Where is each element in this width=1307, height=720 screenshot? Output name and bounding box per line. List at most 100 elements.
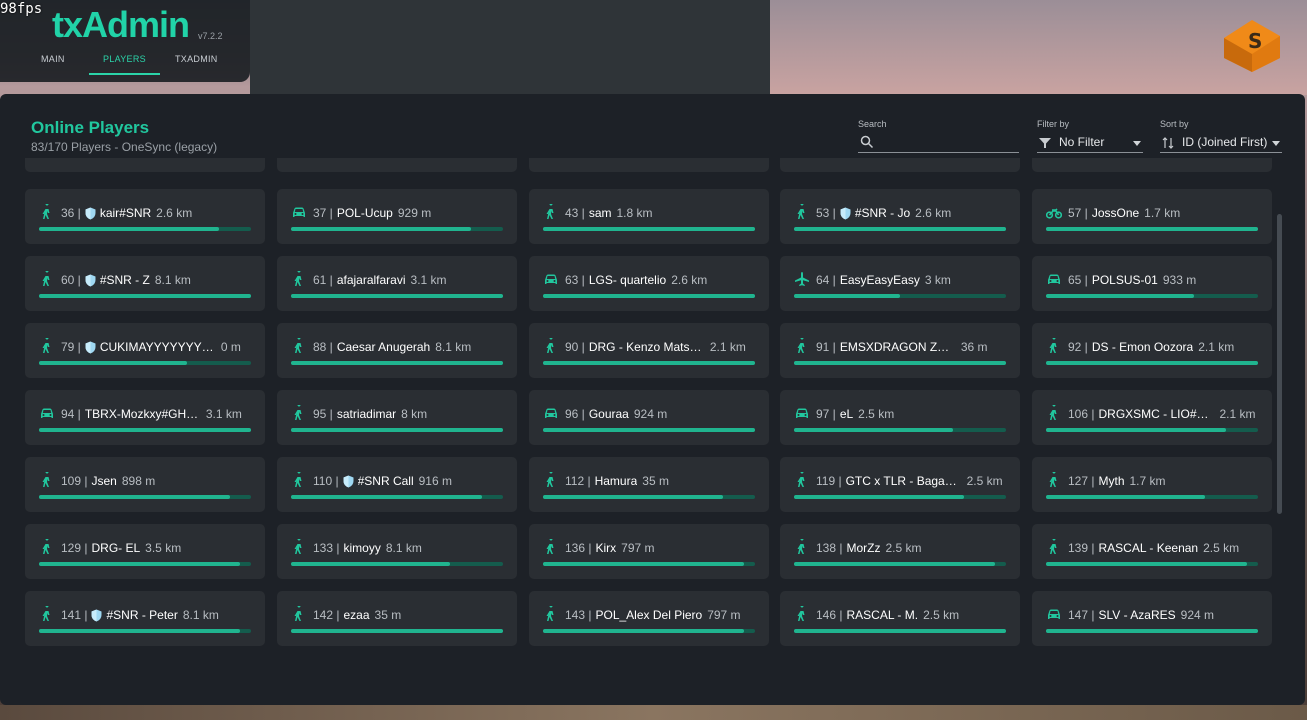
player-card[interactable] [780, 158, 1020, 172]
health-bar [1046, 294, 1195, 298]
player-distance: 8.1 km [385, 541, 422, 555]
player-card[interactable]: 141 | #SNR - Peter 8.1 km [25, 591, 265, 646]
player-card[interactable]: 142 | ezaa 35 m [277, 591, 517, 646]
player-distance: 2.1 km [1198, 340, 1235, 354]
player-card[interactable] [25, 158, 265, 172]
player-card[interactable]: 138 | MorZz 2.5 km [780, 524, 1020, 579]
health-bar-track [543, 361, 755, 365]
player-name: ezaa [343, 608, 370, 622]
search-input[interactable] [858, 132, 1019, 153]
txadmin-logo: txAdmin [52, 4, 190, 45]
motorcycle-icon [1046, 208, 1062, 219]
player-distance: 2.6 km [915, 206, 952, 220]
health-bar [1046, 428, 1227, 432]
health-bar [1046, 629, 1258, 633]
player-card[interactable]: 43 | sam 1.8 km [529, 189, 769, 244]
player-card[interactable]: 143 | POL_Alex Del Piero 797 m [529, 591, 769, 646]
player-card[interactable]: 92 | DS - Emon Oozora 2.1 km [1032, 323, 1272, 378]
health-bar [543, 428, 755, 432]
player-id: 127 | [1068, 474, 1095, 488]
player-id: 88 | [313, 340, 333, 354]
sort-value: ID (Joined First) [1182, 135, 1268, 149]
player-grid: 36 | kair#SNR 2.6 km 37 | POL-Ucup 929 m 43 | s… [0, 158, 1290, 705]
player-card[interactable]: 36 | kair#SNR 2.6 km [25, 189, 265, 244]
player-card[interactable]: 60 | #SNR - Z 8.1 km [25, 256, 265, 311]
player-id: 133 | [313, 541, 340, 555]
player-id: 60 | [61, 273, 81, 287]
player-card[interactable]: 91 |EMSXDRAGON ZEYLLA 36 m [780, 323, 1020, 378]
player-card[interactable]: 64 | EasyEasyEasy 3 km [780, 256, 1020, 311]
player-card[interactable]: 57 | JossOne 1.7 km [1032, 189, 1272, 244]
player-info: 64 | EasyEasyEasy 3 km [816, 273, 1006, 287]
player-id: 136 | [565, 541, 592, 555]
player-card[interactable]: 136 | Kirx 797 m [529, 524, 769, 579]
admin-shield-icon [343, 475, 354, 487]
walking-icon [294, 405, 302, 420]
tab-players[interactable]: PLAYERS [103, 54, 146, 64]
health-bar-track [291, 428, 503, 432]
admin-shield-icon [840, 207, 851, 219]
walking-icon [294, 606, 302, 621]
player-distance: 2.5 km [858, 407, 895, 421]
player-card[interactable]: 79 | CUKIMAYYYYYYYYYY 0 m [25, 323, 265, 378]
player-card[interactable]: 63 | LGS- quartelio 2.6 km [529, 256, 769, 311]
sort-label: Sort by [1160, 119, 1189, 129]
player-id: 147 | [1068, 608, 1095, 622]
player-distance: 0 m [220, 340, 241, 354]
health-bar [794, 495, 964, 499]
street [0, 705, 1307, 720]
player-id: 79 | [61, 340, 81, 354]
player-card[interactable] [1032, 158, 1272, 172]
health-bar [1046, 495, 1205, 499]
player-id: 94 | [61, 407, 81, 421]
player-card[interactable]: 65 | POLSUS-01 933 m [1032, 256, 1272, 311]
health-bar-track [794, 629, 1006, 633]
player-info: 127 | Myth 1.7 km [1068, 474, 1258, 488]
walking-icon [797, 204, 805, 219]
player-card[interactable]: 109 | Jsen 898 m [25, 457, 265, 512]
player-card[interactable]: 112 | Hamura 35 m [529, 457, 769, 512]
health-bar-track [1046, 629, 1258, 633]
player-card[interactable]: 127 | Myth 1.7 km [1032, 457, 1272, 512]
tab-txadmin[interactable]: TXADMIN [175, 54, 218, 64]
player-card[interactable]: 90 | DRG - Kenzo Matsuda 2.1 km [529, 323, 769, 378]
player-card[interactable]: 88 | Caesar Anugerah 8.1 km [277, 323, 517, 378]
player-info: 112 | Hamura 35 m [565, 474, 755, 488]
player-info: 96 | Gouraa 924 m [565, 407, 755, 421]
player-id: 119 | [816, 474, 842, 488]
health-bar-track [291, 562, 503, 566]
player-card[interactable]: 95 | satriadimar 8 km [277, 390, 517, 445]
player-card[interactable]: 61 | afajaralfaravi 3.1 km [277, 256, 517, 311]
health-bar-track [543, 294, 755, 298]
player-card[interactable]: 96 | Gouraa 924 m [529, 390, 769, 445]
filter-select[interactable]: No Filter [1037, 132, 1143, 153]
player-card[interactable]: 139 | RASCAL - Keenan 2.5 km [1032, 524, 1272, 579]
player-card[interactable]: 94 |TBRX-Mozkxy#GHOxNTK 3.1 km [25, 390, 265, 445]
health-bar [543, 629, 745, 633]
player-card[interactable]: 53 | #SNR - Jo 2.6 km [780, 189, 1020, 244]
player-distance: 8 km [401, 407, 428, 421]
chevron-down-icon [1133, 141, 1141, 146]
player-distance: 3 km [924, 273, 951, 287]
player-card[interactable]: 106 |DRGXSMC - LIO#ELITE 2.1 km [1032, 390, 1272, 445]
player-card[interactable]: 37 | POL-Ucup 929 m [277, 189, 517, 244]
sort-select[interactable]: ID (Joined First) [1160, 132, 1282, 153]
scrollbar[interactable] [1277, 214, 1282, 514]
player-card[interactable]: 110 | #SNR Call 916 m [277, 457, 517, 512]
player-distance: 916 m [418, 474, 452, 488]
health-bar [1046, 361, 1258, 365]
player-card[interactable] [277, 158, 517, 172]
player-card[interactable]: 129 | DRG- EL 3.5 km [25, 524, 265, 579]
walking-icon [546, 204, 554, 219]
tab-main[interactable]: MAIN [41, 54, 65, 64]
player-card[interactable]: 147 | SLV - AzaRES 924 m [1032, 591, 1272, 646]
health-bar-track [543, 227, 755, 231]
player-name: LGS- quartelio [588, 273, 667, 287]
player-card[interactable]: 133 | kimoyy 8.1 km [277, 524, 517, 579]
player-card[interactable] [529, 158, 769, 172]
health-bar-track [794, 227, 1006, 231]
health-bar-track [291, 294, 503, 298]
player-card[interactable]: 146 | RASCAL - M. 2.5 km [780, 591, 1020, 646]
player-card[interactable]: 119 |GTC x TLR - Bagas Yudhistira 2.5 km [780, 457, 1020, 512]
player-card[interactable]: 97 | eL 2.5 km [780, 390, 1020, 445]
